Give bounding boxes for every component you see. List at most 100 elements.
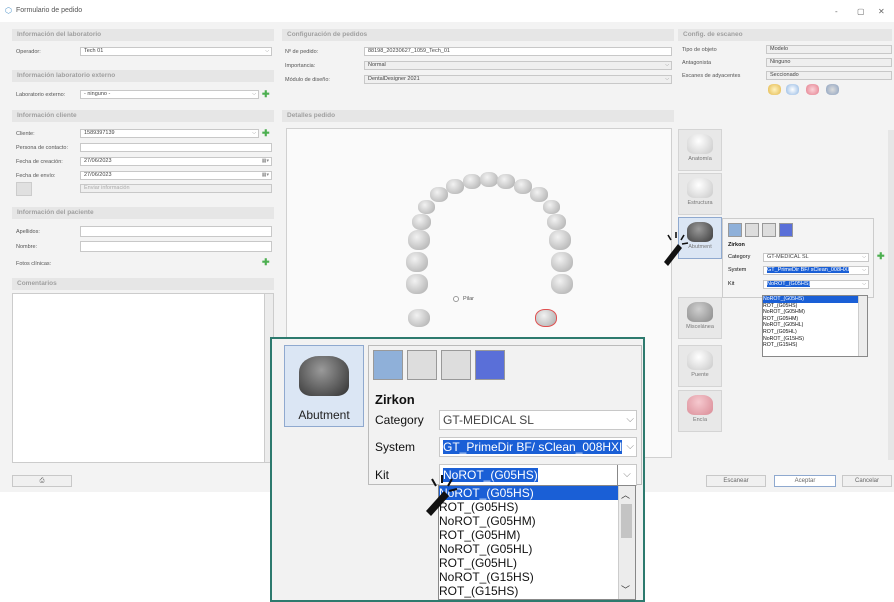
kit-option[interactable]: ROT_(G05HS) [763, 303, 867, 310]
anatomy-button[interactable]: Anatomía [678, 129, 722, 171]
tooth[interactable] [406, 252, 428, 272]
tooth[interactable] [530, 187, 548, 202]
misc-button[interactable]: Miscelánea [678, 297, 722, 339]
kit-list-scrollbar[interactable]: ︿ ﹀ [618, 486, 635, 599]
kit-option[interactable]: NoROT_(G15HS) [763, 336, 867, 343]
kit-option[interactable]: ROT_(G15HS) [439, 584, 635, 598]
tooth[interactable] [406, 274, 428, 294]
client-select[interactable]: 1589397139 ⌵ [80, 129, 259, 138]
abutment-type-icon[interactable] [762, 223, 776, 237]
send-info-button[interactable]: Enviar información [80, 184, 272, 193]
tooth[interactable] [430, 187, 448, 202]
kit-list-scrollbar[interactable] [858, 296, 867, 356]
comments-textarea[interactable] [12, 293, 274, 463]
add-photo-button[interactable]: ✚ [262, 258, 270, 267]
right-scrollbar[interactable] [888, 130, 894, 460]
add-client-button[interactable]: ✚ [262, 129, 270, 138]
kit-select[interactable]: NoROT_(G05HS) ⌵ [439, 464, 637, 486]
material-label: Zirkon [728, 242, 745, 248]
scan-preview-icon[interactable] [826, 84, 839, 95]
tooth[interactable] [412, 214, 431, 230]
abutment-button-zoomed[interactable]: Abutment [284, 345, 364, 427]
name-input[interactable] [80, 241, 272, 252]
scan-preview-icon[interactable] [786, 84, 799, 95]
kit-dropdown-list[interactable]: NoROT_(G05HS) ROT_(G05HS) NoROT_(G05HM) … [762, 295, 868, 357]
antagonist-select[interactable]: Ninguno [766, 58, 892, 67]
scroll-down-icon[interactable]: ﹀ [621, 583, 630, 597]
system-select[interactable]: GT_PrimeDir BF/ sClean_008HXI ⌵ [763, 266, 869, 275]
send-info-icon[interactable] [16, 182, 32, 196]
cancel-button[interactable]: Cancelar [842, 475, 892, 487]
kit-option[interactable]: NoROT_(G05HM) [439, 514, 635, 528]
kit-dropdown-list[interactable]: NoROT_(G05HS) ROT_(G05HS) NoROT_(G05HM) … [438, 485, 636, 600]
accept-button[interactable]: Aceptar [774, 475, 836, 487]
close-icon[interactable]: ✕ [878, 7, 885, 16]
add-external-lab-button[interactable]: ✚ [262, 90, 270, 99]
kit-option[interactable]: ROT_(G05HL) [439, 556, 635, 570]
sent-date-picker[interactable]: 27/06/2023 ▦▾ [80, 171, 272, 180]
tooth[interactable] [543, 200, 560, 214]
abutment-type-icon[interactable] [745, 223, 759, 237]
kit-option[interactable]: NoROT_(G05HL) [439, 542, 635, 556]
abutment-type-icon[interactable] [779, 223, 793, 237]
chevron-down-icon: ⌵ [665, 62, 669, 68]
kit-option[interactable]: ROT_(G05HS) [439, 500, 635, 514]
scroll-thumb[interactable] [621, 504, 632, 538]
tooth[interactable] [551, 252, 573, 272]
system-select[interactable]: GT_PrimeDir BF/ sClean_008HXI ⌵ [439, 437, 637, 457]
tooth[interactable] [446, 179, 464, 194]
created-date-picker[interactable]: 27/06/2023 ▦▾ [80, 157, 272, 166]
abutment-type-icon[interactable] [441, 350, 471, 380]
minimize-icon[interactable]: - [835, 7, 838, 16]
tooth[interactable] [551, 274, 573, 294]
click-cursor-icon [426, 475, 458, 516]
tooth[interactable] [480, 172, 498, 187]
tooth[interactable] [408, 309, 430, 327]
scan-preview-icon[interactable] [768, 84, 781, 95]
importance-select[interactable]: Normal ⌵ [364, 61, 672, 70]
abutment-type-icon[interactable] [728, 223, 742, 237]
external-lab-select[interactable]: - ninguno - ⌵ [80, 90, 259, 99]
kit-option[interactable]: ROT_(G05HM) [763, 316, 867, 323]
order-number-input[interactable]: 88198_20230627_1059_Tech_01 [364, 47, 672, 56]
surname-input[interactable] [80, 226, 272, 237]
abutment-type-icon[interactable] [475, 350, 505, 380]
gingiva-button[interactable]: Encía [678, 390, 722, 432]
kit-option[interactable]: NoROT_(G15HS) [439, 570, 635, 584]
category-select[interactable]: GT-MEDICAL SL ⌵ [763, 253, 869, 262]
adjacent-scans-select[interactable]: Seccionado [766, 71, 892, 80]
object-type-select[interactable]: Modelo [766, 45, 892, 54]
tooth[interactable] [463, 174, 481, 189]
structure-button[interactable]: Estructura [678, 173, 722, 215]
pilar-radio[interactable] [453, 296, 459, 302]
category-select[interactable]: GT-MEDICAL SL ⌵ [439, 410, 637, 430]
scan-button[interactable]: Escanear [706, 475, 766, 487]
scroll-up-icon[interactable]: ︿ [621, 488, 630, 502]
scan-preview-icon[interactable] [806, 84, 819, 95]
kit-option[interactable]: ROT_(G05HL) [763, 329, 867, 336]
maximize-icon[interactable]: ▢ [857, 7, 865, 16]
kit-option[interactable]: NoROT_(G05HS) [763, 296, 867, 303]
tooth[interactable] [547, 214, 566, 230]
contact-input[interactable] [80, 143, 272, 152]
operator-select[interactable]: Tech 01 ⌵ [80, 47, 272, 56]
tooth[interactable] [549, 230, 571, 250]
design-module-select[interactable]: DentalDesigner 2021 ⌵ [364, 75, 672, 84]
tooth[interactable] [497, 174, 515, 189]
add-abutment-button[interactable]: ✚ [877, 252, 885, 261]
kit-option[interactable]: NoROT_(G05HS) [439, 486, 635, 500]
kit-select[interactable]: NoROT_(G05HS) ⌵ [763, 280, 869, 289]
kit-option[interactable]: NoROT_(G05HM) [763, 309, 867, 316]
sent-date-value: 27/06/2023 [84, 172, 112, 178]
abutment-type-icon[interactable] [373, 350, 403, 380]
bridge-button[interactable]: Puente [678, 345, 722, 387]
abutment-type-icon[interactable] [407, 350, 437, 380]
zoom-callout: Abutment Zirkon Category GT-MEDICAL SL ⌵ … [270, 337, 645, 602]
kit-option[interactable]: ROT_(G15HS) [763, 342, 867, 349]
tooth[interactable] [408, 230, 430, 250]
kit-option[interactable]: NoROT_(G05HL) [763, 322, 867, 329]
tooth[interactable] [418, 200, 435, 214]
kit-option[interactable]: ROT_(G05HM) [439, 528, 635, 542]
print-button[interactable]: ⎙ [12, 475, 72, 487]
tooth[interactable] [535, 309, 557, 327]
